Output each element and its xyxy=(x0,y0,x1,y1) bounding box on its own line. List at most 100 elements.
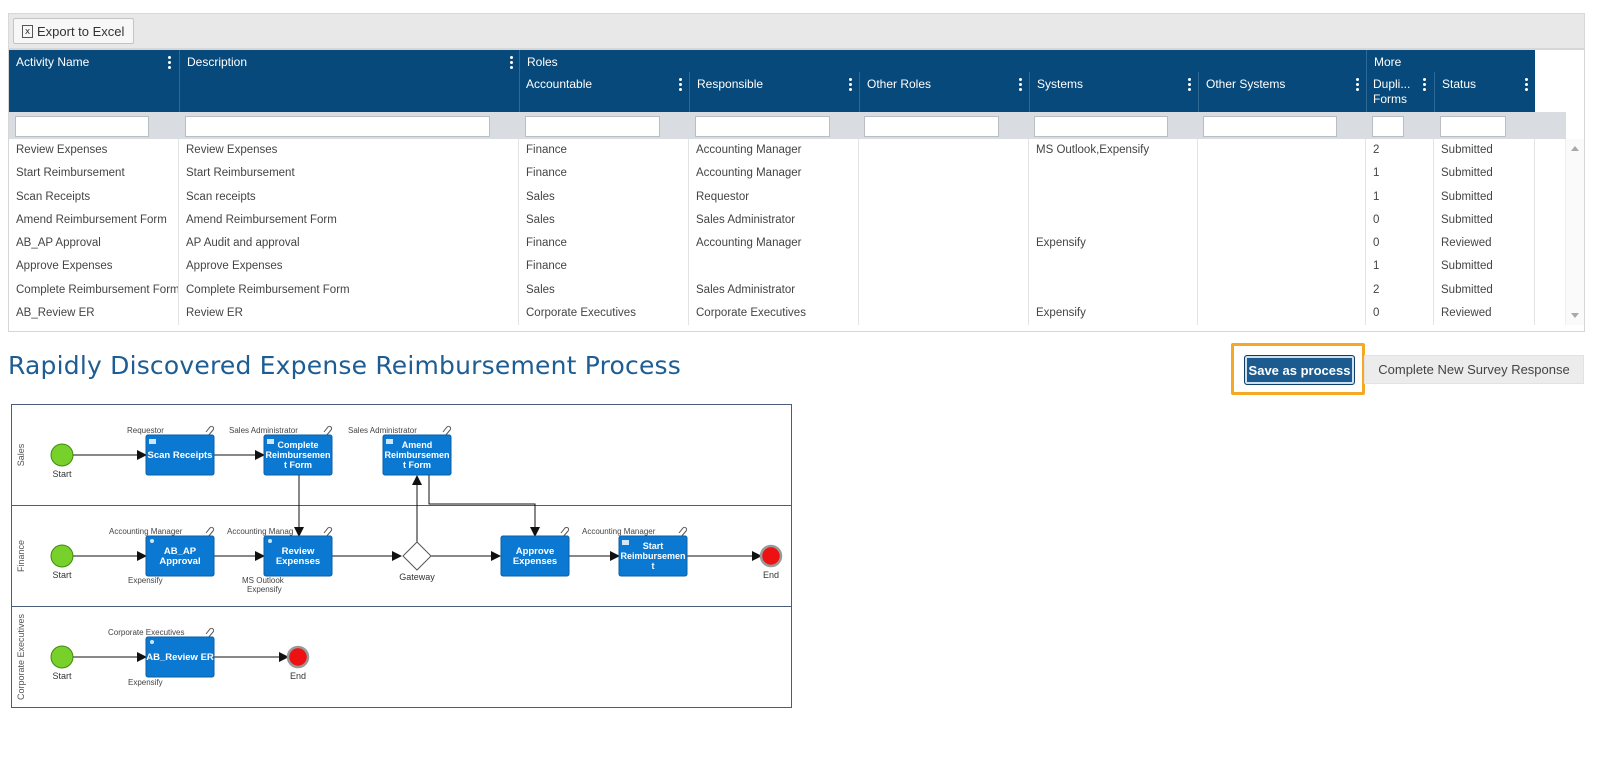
table-row[interactable]: Approve Expenses Approve Expenses Finance 1… xyxy=(9,255,1566,279)
table-row[interactable]: Amend Reimbursement Form Amend Reimbursem… xyxy=(9,208,1566,233)
cell-duplicate-forms: 0 xyxy=(1366,302,1434,326)
col-header-other-roles[interactable]: Other Roles xyxy=(859,72,1029,112)
task-label: Expenses xyxy=(513,556,557,567)
folder-icon xyxy=(267,439,274,444)
complete-new-survey-response-button[interactable]: Complete New Survey Response xyxy=(1364,355,1584,384)
cell-other-roles xyxy=(859,139,1029,163)
col-header-other-systems[interactable]: Other Systems xyxy=(1198,72,1366,112)
cell-activity-name: Approve Expenses xyxy=(9,255,179,279)
column-menu-icon[interactable] xyxy=(1356,78,1360,92)
table-row[interactable]: Start Reimbursement Start Reimbursement Fi… xyxy=(9,162,1566,186)
cell-other-systems xyxy=(1198,208,1366,233)
filter-other-roles[interactable] xyxy=(864,116,999,137)
column-menu-icon[interactable] xyxy=(849,78,853,92)
cell-status: Submitted xyxy=(1434,185,1535,209)
task-start-reimbursement[interactable]: Start Reimbursemen t xyxy=(618,535,688,577)
end-event[interactable] xyxy=(759,544,783,568)
task-review-expenses[interactable]: Review Expenses xyxy=(263,535,333,577)
task-label: Complete xyxy=(277,440,318,450)
role-label: Corporate Executives xyxy=(108,628,184,637)
column-menu-icon[interactable] xyxy=(1019,78,1023,92)
cell-activity-name: Start Reimbursement xyxy=(9,162,179,186)
save-as-process-button[interactable]: Save as process xyxy=(1244,355,1355,385)
start-event[interactable] xyxy=(50,544,74,568)
cell-other-systems xyxy=(1198,255,1366,279)
col-header-duplicate-forms[interactable]: Dupli... Forms xyxy=(1366,72,1434,112)
cell-other-systems xyxy=(1198,278,1366,303)
filter-systems[interactable] xyxy=(1034,116,1168,137)
cell-status: Submitted xyxy=(1434,255,1535,279)
column-menu-icon[interactable] xyxy=(1423,78,1427,92)
col-header-status[interactable]: Status xyxy=(1434,72,1535,112)
col-label: Systems xyxy=(1037,77,1084,91)
group-label: More xyxy=(1374,55,1402,69)
cell-duplicate-forms: 1 xyxy=(1366,255,1434,279)
col-header-activity-name[interactable]: Activity Name xyxy=(9,50,179,112)
cell-systems xyxy=(1029,185,1198,209)
task-ab-ap-approval[interactable]: AB_AP Approval xyxy=(145,535,215,577)
cell-accountable: Finance xyxy=(519,232,689,256)
start-event[interactable] xyxy=(50,443,74,467)
task-label: t xyxy=(652,561,655,571)
filter-status[interactable] xyxy=(1440,116,1506,137)
task-label: Start xyxy=(643,541,664,551)
cell-accountable: Finance xyxy=(519,139,689,163)
table-row[interactable]: Scan Receipts Scan receipts Sales Requestor… xyxy=(9,185,1566,209)
col-header-description[interactable]: Description xyxy=(179,50,519,112)
task-label: Approval xyxy=(159,556,200,567)
filter-other-systems[interactable] xyxy=(1203,116,1337,137)
column-menu-icon[interactable] xyxy=(679,78,683,92)
col-header-accountable[interactable]: Accountable xyxy=(519,72,689,112)
filter-accountable[interactable] xyxy=(525,116,660,137)
user-icon xyxy=(150,640,154,644)
col-header-systems[interactable]: Systems xyxy=(1029,72,1198,112)
cell-systems xyxy=(1029,208,1198,233)
filter-description[interactable] xyxy=(185,116,490,137)
cell-systems: Expensify xyxy=(1029,232,1198,256)
user-icon xyxy=(268,539,272,543)
col-label: Accountable xyxy=(526,77,593,91)
table-row[interactable]: AB_Review ER Review ER Corporate Executive… xyxy=(9,302,1566,326)
cell-activity-name: AB_AP Approval xyxy=(9,232,179,256)
task-complete-reimbursement-form[interactable]: Complete Reimbursemen t Form xyxy=(263,434,333,476)
table-row[interactable]: Review Expenses Review Expenses Finance Acc… xyxy=(9,139,1566,163)
end-label: End xyxy=(290,671,306,681)
end-event[interactable] xyxy=(286,645,310,669)
column-menu-icon[interactable] xyxy=(168,56,172,70)
task-scan-receipts[interactable]: Scan Receipts xyxy=(145,434,215,476)
table-row[interactable]: Complete Reimbursement Form Complete Reim… xyxy=(9,278,1566,303)
cell-other-systems xyxy=(1198,162,1366,186)
cell-accountable: Sales xyxy=(519,278,689,303)
col-header-responsible[interactable]: Responsible xyxy=(689,72,859,112)
folder-icon xyxy=(622,540,629,545)
cell-status: Submitted xyxy=(1434,278,1535,303)
filter-duplicate-forms[interactable] xyxy=(1372,116,1404,137)
export-to-excel-button[interactable]: x Export to Excel xyxy=(13,18,135,44)
cell-other-roles xyxy=(859,232,1029,256)
column-menu-icon[interactable] xyxy=(510,56,514,70)
task-amend-reimbursement-form[interactable]: Amend Reimbursemen t Form xyxy=(382,434,452,476)
task-approve-expenses[interactable]: Approve Expenses xyxy=(500,535,570,577)
column-menu-icon[interactable] xyxy=(1525,78,1529,92)
cell-other-systems xyxy=(1198,232,1366,256)
cell-other-roles xyxy=(859,255,1029,279)
filter-responsible[interactable] xyxy=(695,116,830,137)
system-label: Expensify xyxy=(128,576,163,585)
col-label: Responsible xyxy=(697,77,764,91)
col-label: Status xyxy=(1442,77,1477,91)
filter-activity-name[interactable] xyxy=(15,116,149,137)
system-label: Expensify xyxy=(128,678,163,687)
group-label: Roles xyxy=(527,55,558,69)
start-event[interactable] xyxy=(50,645,74,669)
task-label: AB_Review ER xyxy=(146,652,214,663)
grid-scrollbar[interactable] xyxy=(1565,139,1584,325)
cell-responsible: Sales Administrator xyxy=(689,208,859,233)
table-row[interactable]: AB_AP Approval AP Audit and approval Finan… xyxy=(9,232,1566,256)
scroll-down-icon[interactable] xyxy=(1571,313,1579,318)
process-title: Rapidly Discovered Expense Reimbursement… xyxy=(8,351,682,380)
column-menu-icon[interactable] xyxy=(1188,78,1192,92)
start-label: Start xyxy=(52,469,72,479)
filter-row xyxy=(9,112,1566,139)
task-ab-review-er[interactable]: AB_Review ER xyxy=(145,636,215,678)
scroll-up-icon[interactable] xyxy=(1571,146,1579,151)
